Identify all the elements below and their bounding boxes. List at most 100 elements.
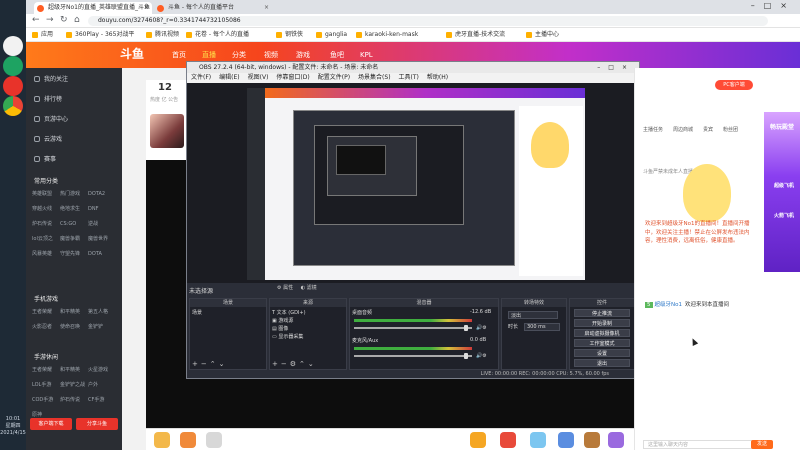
- home-icon[interactable]: ⌂: [74, 15, 80, 25]
- volume-slider[interactable]: [354, 355, 472, 357]
- studio-mode-button[interactable]: 工作室模式: [574, 339, 630, 347]
- transition-duration-input[interactable]: 300 ms: [524, 323, 560, 331]
- gift-icon[interactable]: [608, 432, 624, 448]
- source-item[interactable]: T 文本 (GDI+): [272, 309, 306, 316]
- bookmark[interactable]: 360Play - 365对战平: [66, 28, 134, 42]
- download-client-button[interactable]: 客户端下载: [30, 418, 72, 430]
- chat-tab[interactable]: 周边商城: [673, 127, 693, 133]
- category-link[interactable]: 魔兽世界: [88, 233, 116, 246]
- category-link[interactable]: 金铲铲: [88, 321, 116, 334]
- filters-button[interactable]: 滤镜: [307, 285, 317, 291]
- category-link[interactable]: 绝地求生: [60, 203, 88, 216]
- settings-button[interactable]: 设置: [574, 349, 630, 357]
- sidebar-item-webgame[interactable]: 页游中心: [34, 114, 68, 123]
- bookmark[interactable]: 主播中心: [526, 28, 559, 42]
- source-item[interactable]: ▤ 图像: [272, 325, 288, 332]
- category-link[interactable]: COD手游: [32, 394, 60, 407]
- app-icon-2[interactable]: [3, 56, 23, 76]
- chat-username[interactable]: 超级牙No1: [655, 302, 682, 308]
- sidebar-item-esports[interactable]: 赛事: [34, 154, 56, 163]
- category-link[interactable]: 穿越火线: [32, 203, 60, 216]
- obs-menu-item[interactable]: 帮助(H): [427, 74, 448, 81]
- sidebar-item-cloudgame[interactable]: 云游戏: [34, 134, 62, 143]
- category-link[interactable]: 和平精英: [60, 364, 88, 377]
- obs-menu-item[interactable]: 场景集合(S): [358, 74, 391, 81]
- sidebar-item-follow[interactable]: 我的关注: [34, 74, 68, 83]
- share-button[interactable]: 分享斗鱼: [76, 418, 118, 430]
- sidebar-item-rank[interactable]: 排行榜: [34, 94, 62, 103]
- browser-tab-active[interactable]: 超级牙No1的直播_英雄联盟直播_斗鱼 ×: [34, 2, 152, 14]
- category-link[interactable]: 火影忍者: [32, 321, 60, 334]
- pc-client-button[interactable]: PC客户端: [715, 80, 753, 90]
- category-link[interactable]: 风暴英雄: [32, 248, 60, 261]
- volume-knob[interactable]: [464, 353, 468, 359]
- category-link[interactable]: 王者荣耀: [32, 364, 60, 377]
- bookmark[interactable]: ganglia: [316, 28, 347, 42]
- category-link[interactable]: CS:GO: [60, 218, 88, 231]
- stop-streaming-button[interactable]: 停止推流: [574, 309, 630, 317]
- url-input[interactable]: douyu.com/3274608?_r=0.3341744732105086: [88, 16, 768, 26]
- category-link[interactable]: 金铲铲之战: [60, 379, 88, 392]
- source-item[interactable]: ▣ 游戏源: [272, 317, 293, 324]
- promo-banner[interactable]: 畅玩殿堂 超级飞机 火箭飞机: [764, 112, 800, 272]
- source-toolbar[interactable]: +−⚙⌃⌄: [272, 360, 317, 368]
- bookmark[interactable]: karaoki-ken-mask: [356, 28, 418, 42]
- gift-icon[interactable]: [154, 432, 170, 448]
- category-link[interactable]: 逆战: [88, 218, 116, 231]
- gift-icon[interactable]: [180, 432, 196, 448]
- gift-icon[interactable]: [206, 432, 222, 448]
- category-link[interactable]: DOTA: [88, 248, 116, 261]
- chat-tab[interactable]: 粉丝团: [723, 127, 738, 133]
- exit-button[interactable]: 退出: [574, 359, 630, 367]
- category-link[interactable]: lol云顶之: [32, 233, 60, 246]
- gift-icon[interactable]: [530, 432, 546, 448]
- bookmark[interactable]: 应用: [32, 28, 53, 42]
- obs-menu-item[interactable]: 视图(V): [248, 74, 269, 81]
- chat-tab[interactable]: 主播任务: [643, 127, 663, 133]
- gift-icon[interactable]: [500, 432, 516, 448]
- category-link[interactable]: 第五人格: [88, 306, 116, 319]
- volume-slider[interactable]: [354, 327, 472, 329]
- forward-icon[interactable]: →: [46, 15, 54, 25]
- category-link[interactable]: LOL手游: [32, 379, 60, 392]
- app-icon-3[interactable]: [3, 76, 23, 96]
- bookmark[interactable]: 腾讯视频: [146, 28, 179, 42]
- obs-menu-item[interactable]: 工具(T): [399, 74, 419, 81]
- obs-menu-item[interactable]: 编辑(E): [219, 74, 239, 81]
- source-item[interactable]: ▭ 显示器采集: [272, 333, 303, 340]
- streamer-avatar[interactable]: [150, 114, 184, 148]
- send-button[interactable]: 发送: [751, 440, 773, 449]
- scene-toolbar[interactable]: +−⌃⌄: [192, 360, 227, 368]
- chat-tab[interactable]: 贵宾: [703, 127, 713, 133]
- back-icon[interactable]: ←: [32, 15, 40, 25]
- volume-knob[interactable]: [464, 325, 468, 331]
- start-recording-button[interactable]: 开始录制: [574, 319, 630, 327]
- close-tab-icon[interactable]: ×: [264, 2, 269, 14]
- obs-window-controls[interactable]: –□×: [597, 62, 635, 73]
- obs-menu-item[interactable]: 配置文件(P): [318, 74, 350, 81]
- obs-menu-item[interactable]: 停靠窗口(D): [276, 74, 309, 81]
- app-icon-1[interactable]: [3, 36, 23, 56]
- category-link[interactable]: 热门游戏: [60, 188, 88, 201]
- nav-item[interactable]: 首页: [172, 42, 186, 68]
- category-link[interactable]: 火星游戏: [88, 364, 116, 377]
- obs-menu-item[interactable]: 文件(F): [191, 74, 211, 81]
- gift-icon[interactable]: [584, 432, 600, 448]
- category-link[interactable]: 炉石传说: [32, 218, 60, 231]
- speaker-icon[interactable]: 🔊⚙: [476, 325, 487, 331]
- speaker-icon[interactable]: 🔊⚙: [476, 353, 487, 359]
- bookmark[interactable]: 虎牙直播-技术交流: [446, 28, 505, 42]
- category-link[interactable]: 炉石传说: [60, 394, 88, 407]
- chat-input[interactable]: 这里输入聊天内容: [643, 440, 763, 449]
- virtual-camera-button[interactable]: 启动虚拟摄像机: [574, 329, 630, 337]
- header-user-icons[interactable]: [660, 50, 780, 60]
- reload-icon[interactable]: ↻: [60, 15, 68, 25]
- properties-button[interactable]: 属性: [283, 285, 293, 291]
- category-link[interactable]: 使命召唤: [60, 321, 88, 334]
- close-tab-icon[interactable]: ×: [144, 2, 149, 14]
- gift-icon[interactable]: [558, 432, 574, 448]
- category-link[interactable]: 魔兽争霸: [60, 233, 88, 246]
- category-link[interactable]: 和平精英: [60, 306, 88, 319]
- gift-icon[interactable]: [470, 432, 486, 448]
- category-link[interactable]: 户外: [88, 379, 116, 392]
